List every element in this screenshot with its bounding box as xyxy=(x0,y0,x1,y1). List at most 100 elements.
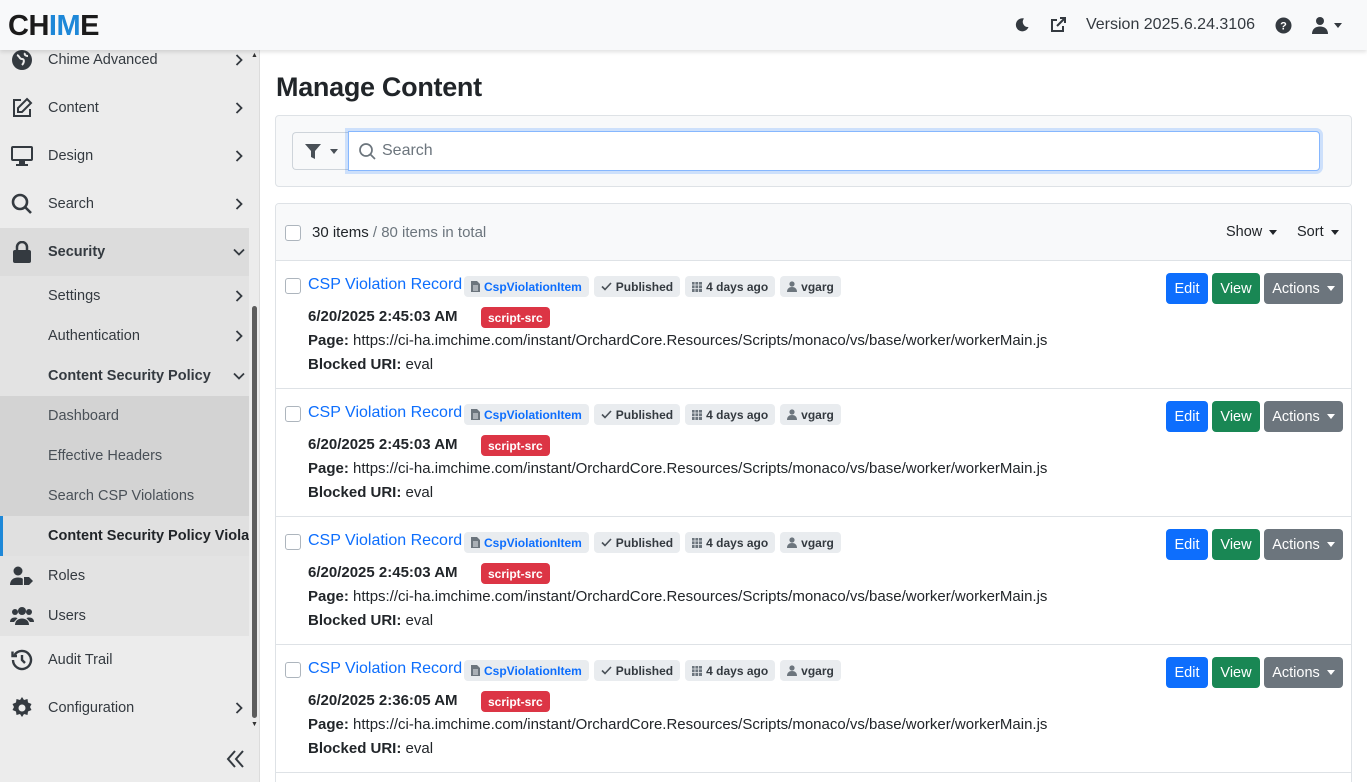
filter-icon xyxy=(305,143,321,159)
content-type-badge[interactable]: CspViolationItem xyxy=(464,276,589,297)
search-input[interactable] xyxy=(382,142,1282,160)
top-navbar: CHIME Version 2025.6.24.3106 ? xyxy=(0,0,1367,50)
sidebar-item-search[interactable]: Search xyxy=(0,180,249,228)
chevron-right-icon xyxy=(233,198,245,210)
row-checkbox[interactable] xyxy=(285,534,301,550)
calendar-icon xyxy=(692,281,703,292)
violation-date: 6/20/2025 2:45:03 AM xyxy=(308,308,458,325)
directive-badge: script-src xyxy=(481,435,550,456)
actions-dropdown-button[interactable]: Actions xyxy=(1264,273,1343,304)
sidebar-item-content-security-policy[interactable]: Content Security Policy xyxy=(0,356,249,396)
chevron-right-icon xyxy=(233,150,245,162)
status-badge: Published xyxy=(593,660,681,681)
table-row: CSP Violation Record CspViolationItem Publ… xyxy=(276,645,1351,773)
view-button[interactable]: View xyxy=(1212,273,1260,304)
row-badges: CspViolationItem Published 4 days ago vgarg xyxy=(464,532,841,553)
actions-dropdown-button[interactable]: Actions xyxy=(1264,657,1343,688)
edit-button[interactable]: Edit xyxy=(1166,657,1208,688)
date-badge: 4 days ago xyxy=(685,660,776,681)
sidebar-item-design[interactable]: Design xyxy=(0,132,249,180)
view-button[interactable]: View xyxy=(1212,657,1260,688)
check-icon xyxy=(601,666,612,675)
edit-button[interactable]: Edit xyxy=(1166,273,1208,304)
scroll-down-arrow[interactable]: ▼ xyxy=(251,721,258,728)
calendar-icon xyxy=(692,409,703,420)
double-chevron-left-icon xyxy=(226,750,244,768)
edit-button[interactable]: Edit xyxy=(1166,401,1208,432)
actions-dropdown-button[interactable]: Actions xyxy=(1264,401,1343,432)
row-checkbox[interactable] xyxy=(285,406,301,422)
external-link-icon[interactable] xyxy=(1048,15,1068,35)
calendar-icon xyxy=(692,537,703,548)
sidebar-item-csp-violations[interactable]: Content Security Policy Violations xyxy=(0,516,249,556)
violation-date: 6/20/2025 2:45:03 AM xyxy=(308,436,458,453)
sidebar-item-audit-trail[interactable]: Audit Trail xyxy=(0,636,249,684)
directive-badge: script-src xyxy=(481,563,550,584)
sidebar-item-effective-headers[interactable]: Effective Headers xyxy=(0,436,249,476)
select-all-checkbox[interactable] xyxy=(285,225,301,241)
list-header: 30 items / 80 items in total Show Sort xyxy=(276,204,1351,261)
moon-icon[interactable] xyxy=(1012,15,1032,35)
sidebar-item-users[interactable]: Users xyxy=(0,596,249,636)
check-icon xyxy=(601,538,612,547)
sidebar-item-settings[interactable]: Settings xyxy=(0,276,249,316)
content-type-badge[interactable]: CspViolationItem xyxy=(464,532,589,553)
date-badge: 4 days ago xyxy=(685,404,776,425)
sidebar-item-roles[interactable]: Roles xyxy=(0,556,249,596)
status-badge: Published xyxy=(593,404,681,425)
row-checkbox[interactable] xyxy=(285,662,301,678)
chevron-right-icon xyxy=(233,330,245,342)
filter-card xyxy=(275,115,1352,187)
sidebar-item-dashboard[interactable]: Dashboard xyxy=(0,396,249,436)
edit-button[interactable]: Edit xyxy=(1166,529,1208,560)
help-icon[interactable]: ? xyxy=(1273,15,1293,35)
violation-date: 6/20/2025 2:36:05 AM xyxy=(308,692,458,709)
file-icon xyxy=(471,281,480,292)
sort-dropdown[interactable]: Sort xyxy=(1297,224,1339,240)
view-button[interactable]: View xyxy=(1212,529,1260,560)
row-title-link[interactable]: CSP Violation Record xyxy=(308,532,462,550)
content-type-badge[interactable]: CspViolationItem xyxy=(464,660,589,681)
sidebar-item-authentication[interactable]: Authentication xyxy=(0,316,249,356)
content-type-badge[interactable]: CspViolationItem xyxy=(464,404,589,425)
svg-text:?: ? xyxy=(1280,20,1287,32)
user-icon xyxy=(787,665,798,676)
chevron-down-icon xyxy=(233,370,245,382)
date-badge: 4 days ago xyxy=(685,532,776,553)
sidebar-item-chime-advanced[interactable]: Chime Advanced xyxy=(0,50,249,84)
search-field[interactable] xyxy=(348,131,1320,171)
user-tag-icon xyxy=(10,564,34,588)
lock-icon xyxy=(10,240,34,264)
page-uri-line: Page: https://ci-ha.imchime.com/instant/… xyxy=(308,588,1048,605)
table-row: CSP Violation Record CspViolationItem Publ… xyxy=(276,261,1351,389)
sidebar-item-configuration[interactable]: Configuration xyxy=(0,684,249,732)
row-title-link[interactable]: CSP Violation Record xyxy=(308,404,462,422)
history-icon xyxy=(10,648,34,672)
violation-date: 6/20/2025 2:45:03 AM xyxy=(308,564,458,581)
row-title-link[interactable]: CSP Violation Record xyxy=(308,660,462,678)
row-checkbox[interactable] xyxy=(285,278,301,294)
chime-logo[interactable]: CHIME xyxy=(8,11,99,41)
page-uri-line: Page: https://ci-ha.imchime.com/instant/… xyxy=(308,332,1048,349)
row-badges: CspViolationItem Published 4 days ago vgarg xyxy=(464,404,841,425)
author-badge: vgarg xyxy=(780,404,841,425)
show-dropdown[interactable]: Show xyxy=(1226,224,1278,240)
filter-dropdown-button[interactable] xyxy=(292,132,350,170)
status-badge: Published xyxy=(593,276,681,297)
row-title-link[interactable]: CSP Violation Record xyxy=(308,276,462,294)
blocked-uri-line: Blocked URI: eval xyxy=(308,356,434,373)
items-count: 30 items / 80 items in total xyxy=(312,224,487,241)
user-menu[interactable] xyxy=(1309,15,1343,35)
sidebar-item-security[interactable]: Security xyxy=(0,228,249,276)
version-label: Version 2025.6.24.3106 xyxy=(1085,16,1255,33)
sidebar-item-search-csp-violations[interactable]: Search CSP Violations xyxy=(0,476,249,516)
actions-dropdown-button[interactable]: Actions xyxy=(1264,529,1343,560)
collapse-sidebar-button[interactable] xyxy=(222,746,250,772)
sidebar-item-content[interactable]: Content xyxy=(0,84,249,132)
user-icon xyxy=(1311,17,1328,34)
user-icon xyxy=(787,537,798,548)
view-button[interactable]: View xyxy=(1212,401,1260,432)
sidebar-scrollbar-thumb[interactable] xyxy=(252,306,257,718)
chevron-right-icon xyxy=(233,54,245,66)
scroll-up-arrow[interactable]: ▲ xyxy=(251,52,258,59)
